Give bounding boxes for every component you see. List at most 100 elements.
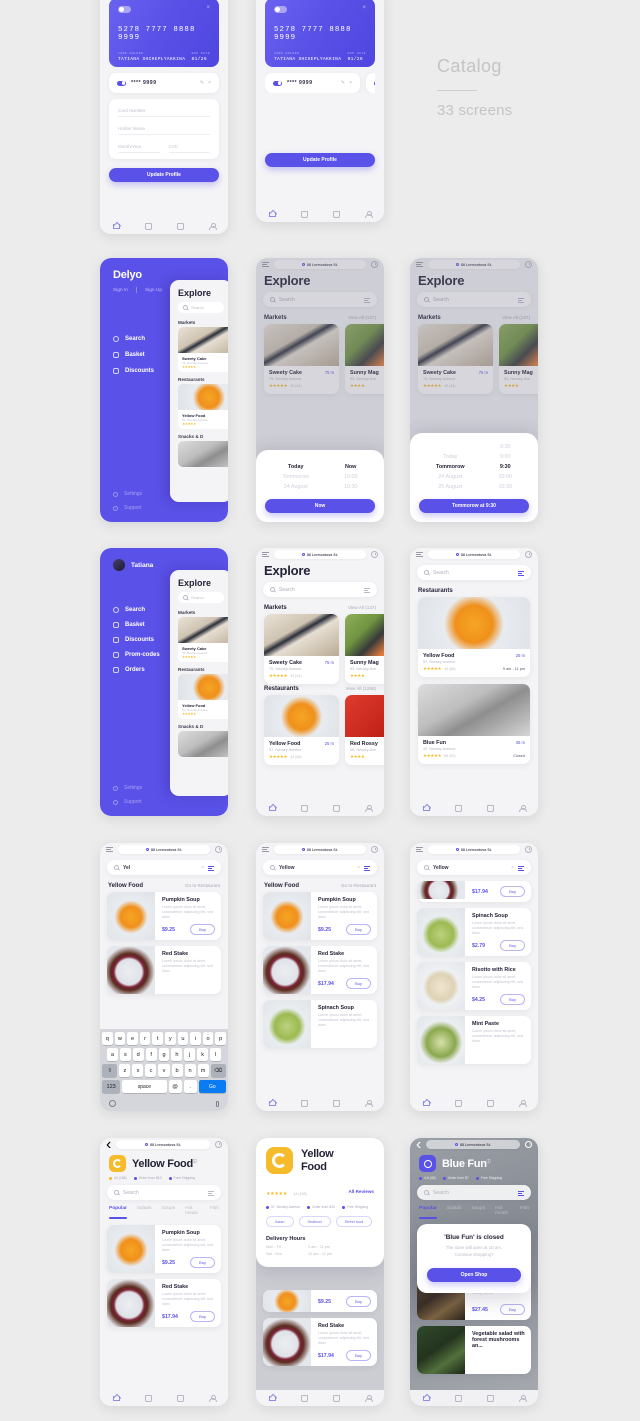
dish-row-partial[interactable]: $17.94 Buy — [417, 881, 531, 902]
home-icon[interactable] — [112, 223, 120, 230]
basket-icon[interactable] — [332, 1099, 340, 1107]
filter-icon[interactable] — [364, 865, 370, 871]
search-input[interactable]: Yellow × — [417, 860, 531, 875]
home-icon[interactable] — [422, 1395, 430, 1402]
view-all-link[interactable]: View All (1268) — [345, 686, 376, 691]
edit-icon[interactable]: ✎ — [341, 80, 345, 86]
peek-card[interactable]: Yellow Food 57, Nevsky Avenue ★★★★★ — [178, 674, 228, 719]
key-q[interactable]: q — [102, 1032, 113, 1045]
dish-row[interactable]: Red Stake Lorem ipsum dolor sit amet, co… — [263, 1318, 377, 1366]
update-profile-button[interactable]: Update Profile — [265, 153, 375, 167]
peek-card[interactable] — [178, 441, 228, 467]
clock-icon[interactable] — [215, 1141, 222, 1148]
confirm-time-button[interactable]: Now — [265, 499, 375, 513]
key-s[interactable]: s — [119, 1048, 131, 1061]
key-m[interactable]: m — [197, 1064, 209, 1077]
menu-icon[interactable] — [262, 845, 269, 853]
keyboard-row-1[interactable]: q w e r t y u i o p — [102, 1032, 226, 1045]
keyboard-row-3[interactable]: ⇧ z x c v b n m ⌫ — [102, 1064, 226, 1077]
sign-up-link[interactable]: Sign Up — [145, 288, 162, 293]
clock-icon[interactable] — [371, 551, 378, 558]
saved-card-row[interactable]: **** 9999 ✎ × — [109, 73, 219, 93]
go-to-restaurant-link[interactable]: Go to Restaurant — [185, 883, 220, 888]
dish-row[interactable]: Vegetable salad with forest mushrooms an… — [417, 1326, 531, 1374]
user-icon[interactable] — [519, 804, 527, 812]
tab-hot-meals[interactable]: Hot meals — [495, 1206, 510, 1216]
buy-button[interactable]: Buy — [346, 978, 371, 989]
key-f[interactable]: f — [145, 1048, 157, 1061]
card-toggle[interactable] — [118, 6, 131, 13]
home-icon[interactable] — [422, 1100, 430, 1107]
delete-icon[interactable]: × — [349, 80, 352, 86]
location-pill[interactable]: 88 Lermontova St. — [428, 845, 520, 854]
sign-in-link[interactable]: Sign In — [113, 288, 128, 293]
go-key[interactable]: Go — [198, 1080, 226, 1093]
search-input[interactable]: Search — [107, 1185, 221, 1200]
peek-card[interactable] — [178, 731, 228, 757]
place-card[interactable]: Sunny Mag 93, Nevsky Ave ★★★★ — [345, 614, 384, 684]
dish-row[interactable]: Pumpkin Soup Lorem ipsum dolor sit amet,… — [263, 892, 377, 940]
basket-icon[interactable] — [332, 804, 340, 812]
search-input[interactable]: Search — [263, 582, 377, 597]
user-icon[interactable] — [365, 1099, 373, 1107]
bag-icon[interactable] — [144, 222, 152, 230]
key-l[interactable]: l — [210, 1048, 222, 1061]
bottom-nav[interactable] — [256, 1390, 384, 1406]
drawer-item-support[interactable]: Support — [113, 505, 142, 511]
edit-icon[interactable]: ✎ — [200, 80, 204, 86]
home-icon[interactable] — [112, 1395, 120, 1402]
filter-icon[interactable] — [364, 587, 370, 593]
close-icon[interactable]: × — [362, 5, 366, 11]
bag-icon[interactable] — [454, 1099, 462, 1107]
filter-icon[interactable] — [518, 570, 524, 576]
key-t[interactable]: t — [152, 1032, 163, 1045]
month-year-field[interactable]: Month/Year — [118, 144, 160, 153]
tab-fish[interactable]: Fish — [210, 1206, 219, 1216]
markets-carousel[interactable]: Sweety Cake 75 m 75, Nevsky Avenue ★★★★★… — [256, 614, 384, 684]
tab-soups[interactable]: Soups — [472, 1206, 486, 1216]
location-pill[interactable]: 88 Lermontova St. — [116, 1140, 210, 1149]
basket-icon[interactable] — [176, 222, 184, 230]
time-picker[interactable]: Today Tommorow 24 August Now 10:00 10:30 — [265, 464, 375, 490]
basket-icon[interactable] — [486, 804, 494, 812]
user-icon[interactable] — [365, 210, 373, 218]
home-icon[interactable] — [268, 211, 276, 218]
home-icon[interactable] — [268, 1395, 276, 1402]
key-c[interactable]: c — [145, 1064, 157, 1077]
tab-popular[interactable]: Popular — [109, 1206, 127, 1219]
dot-key[interactable]: . — [183, 1080, 197, 1093]
key-k[interactable]: k — [197, 1048, 209, 1061]
back-icon[interactable]: ‹ — [416, 1138, 421, 1154]
keyboard-row-2[interactable]: a s d f g h j k l — [102, 1048, 226, 1061]
clock-icon[interactable] — [525, 551, 532, 558]
clear-icon[interactable]: × — [201, 865, 204, 871]
clear-icon[interactable]: × — [511, 865, 514, 871]
key-i[interactable]: i — [190, 1032, 201, 1045]
tab-popular[interactable]: Popular — [419, 1206, 437, 1219]
dish-row[interactable]: $9.25 Buy — [263, 1290, 377, 1312]
place-card[interactable]: Red Rossy 38, Nevsky Ave ★★★★ — [345, 695, 384, 765]
buy-button[interactable]: Buy — [346, 1350, 371, 1361]
dish-row[interactable]: Risotto with Rice Lorem ipsum dolor sit … — [417, 962, 531, 1010]
confirm-time-button[interactable]: Tommorow at 9:30 — [419, 499, 529, 513]
peek-search[interactable]: Search — [178, 592, 224, 603]
info-icon[interactable]: ⓘ — [193, 1158, 197, 1163]
keyboard-row-4[interactable]: 123 space @ . Go — [102, 1080, 226, 1093]
time-column[interactable]: Now 10:00 10:30 — [344, 464, 358, 490]
key-b[interactable]: b — [171, 1064, 183, 1077]
info-icon[interactable]: ⓘ — [487, 1158, 491, 1163]
buy-button[interactable]: Buy — [500, 940, 525, 951]
filter-icon[interactable] — [518, 865, 524, 871]
bottom-nav[interactable] — [410, 1390, 538, 1406]
bag-icon[interactable] — [454, 1394, 462, 1402]
clock-icon[interactable] — [215, 846, 222, 853]
key-w[interactable]: w — [114, 1032, 126, 1045]
menu-icon[interactable] — [106, 845, 113, 853]
bottom-nav[interactable] — [100, 1390, 228, 1406]
close-icon[interactable]: × — [206, 5, 210, 11]
place-card[interactable]: Sweety Cake 75 m 75, Nevsky Avenue ★★★★★… — [264, 614, 339, 684]
key-n[interactable]: n — [184, 1064, 196, 1077]
card-toggle[interactable] — [274, 6, 287, 13]
buy-button[interactable]: Buy — [190, 924, 215, 935]
dish-row[interactable]: Pumpkin Soup Lorem ipsum dolor sit amet,… — [107, 892, 221, 940]
